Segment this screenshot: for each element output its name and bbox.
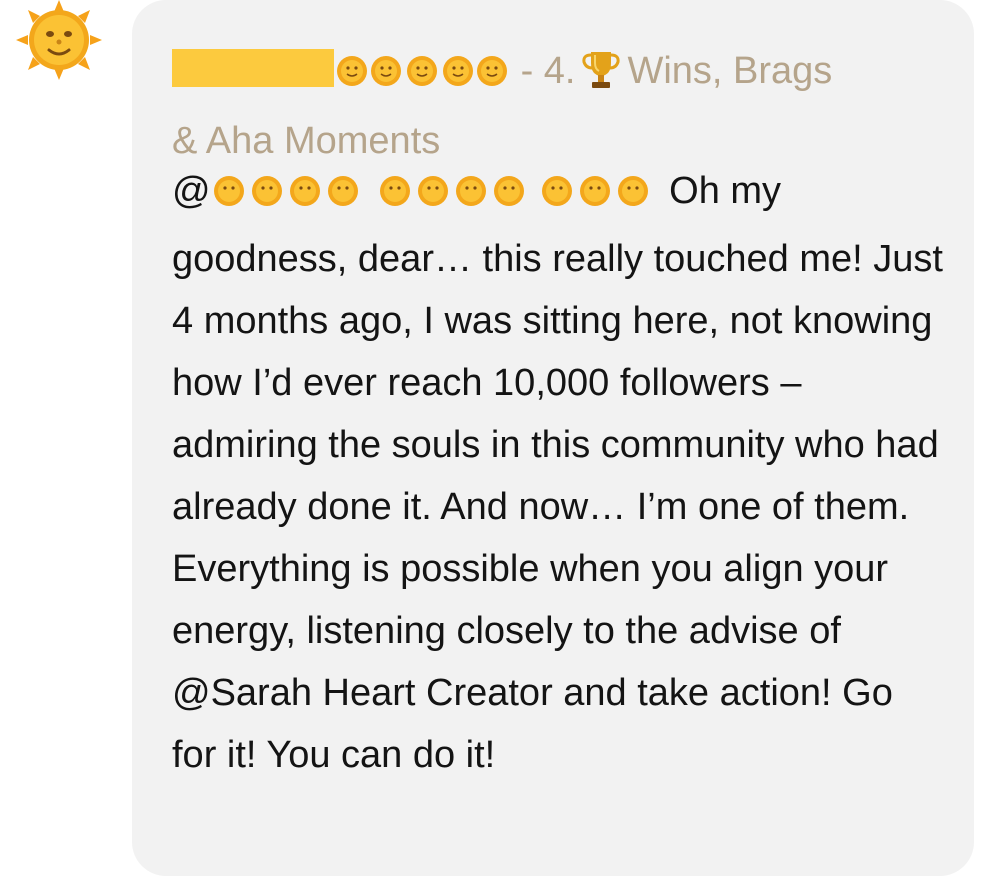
sun-icons-mention xyxy=(213,176,648,206)
comment-text: Oh my goodness, dear… this really touche… xyxy=(172,170,943,776)
mention-prefix[interactable]: @ xyxy=(172,170,211,212)
redacted-author-name[interactable] xyxy=(172,49,334,87)
redacted-author-suns xyxy=(334,46,510,108)
avatar[interactable] xyxy=(16,0,102,80)
sun-icons xyxy=(337,56,507,86)
redacted-mention[interactable] xyxy=(211,166,659,228)
category-label-line2[interactable]: & Aha Moments xyxy=(172,120,440,162)
header-separator: - xyxy=(520,50,534,92)
sun-face-icon xyxy=(16,0,102,80)
comment-view: - 4. Wins, Brags & Aha Moments @ Oh my g… xyxy=(0,0,982,888)
comment-body: @ Oh my goodness, dear… this really touc… xyxy=(172,160,947,786)
category-number: 4. xyxy=(543,50,576,92)
category-label[interactable]: Wins, Brags xyxy=(627,50,832,92)
trophy-icon xyxy=(581,48,621,110)
comment-header: - 4. Wins, Brags & Aha Moments xyxy=(172,40,932,172)
